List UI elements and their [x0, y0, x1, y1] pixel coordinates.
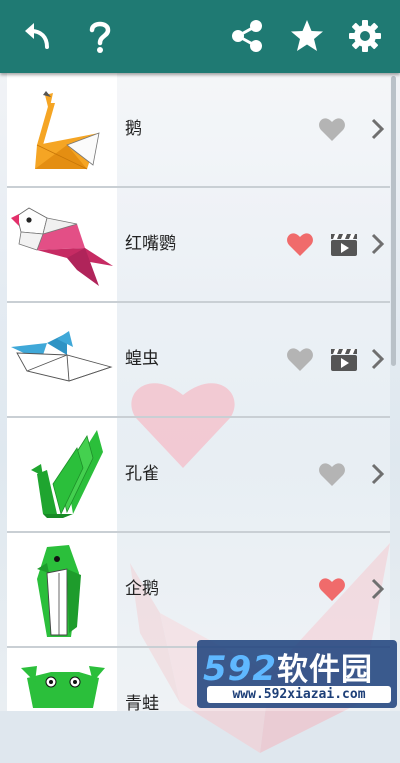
origami-peacock-image [31, 430, 103, 518]
gear-icon [349, 20, 381, 52]
thumbnail [7, 188, 117, 301]
toolbar [0, 0, 400, 73]
origami-locust-image [11, 331, 113, 382]
favorites-button[interactable] [285, 14, 329, 58]
share-icon [232, 20, 262, 52]
origami-list: 鹅 红嘴鹦 蝗虫 孔雀 企鹅 青蛙 [7, 73, 390, 711]
thumbnail [7, 533, 117, 646]
scrollbar[interactable] [391, 76, 396, 366]
chevron-right-icon[interactable] [371, 578, 385, 600]
star-icon [291, 20, 323, 51]
share-button[interactable] [225, 14, 269, 58]
list-item[interactable]: 蝗虫 [7, 303, 390, 418]
thumbnail [7, 418, 117, 531]
watermark-url: www.592xiazai.com [207, 686, 391, 703]
help-button[interactable] [78, 14, 122, 58]
back-button[interactable] [15, 14, 59, 58]
heart-outline-icon[interactable] [286, 346, 314, 372]
heart-outline-icon[interactable] [318, 116, 346, 142]
chevron-right-icon[interactable] [371, 233, 385, 255]
item-label: 鹅 [125, 119, 142, 139]
thumbnail [7, 73, 117, 186]
list-item[interactable]: 红嘴鹦 [7, 188, 390, 303]
thumbnail [7, 303, 117, 416]
origami-goose-image [35, 91, 100, 170]
video-clapper-icon[interactable] [330, 348, 358, 372]
watermark: 592软件园 www.592xiazai.com [197, 640, 397, 708]
list-item[interactable]: 企鹅 [7, 533, 390, 648]
thumbnail [7, 648, 117, 711]
item-label: 孔雀 [125, 464, 159, 484]
help-icon [89, 21, 111, 53]
item-label: 青蛙 [125, 694, 159, 711]
chevron-right-icon[interactable] [371, 348, 385, 370]
origami-penguin-image [37, 545, 81, 637]
heart-outline-icon[interactable] [318, 461, 346, 487]
list-item[interactable]: 鹅 [7, 73, 390, 188]
chevron-right-icon[interactable] [371, 463, 385, 485]
origami-frog-image [21, 666, 105, 708]
heart-filled-icon[interactable] [318, 576, 346, 602]
settings-button[interactable] [343, 14, 387, 58]
heart-filled-icon[interactable] [286, 231, 314, 257]
origami-parrot-image [11, 207, 113, 286]
item-label: 企鹅 [125, 579, 159, 599]
video-clapper-icon[interactable] [330, 233, 358, 257]
list-item[interactable]: 孔雀 [7, 418, 390, 533]
item-label: 红嘴鹦 [125, 234, 176, 254]
back-arrow-icon [25, 23, 49, 49]
watermark-logo: 592软件园 [203, 649, 373, 689]
chevron-right-icon[interactable] [371, 118, 385, 140]
item-label: 蝗虫 [125, 349, 159, 369]
